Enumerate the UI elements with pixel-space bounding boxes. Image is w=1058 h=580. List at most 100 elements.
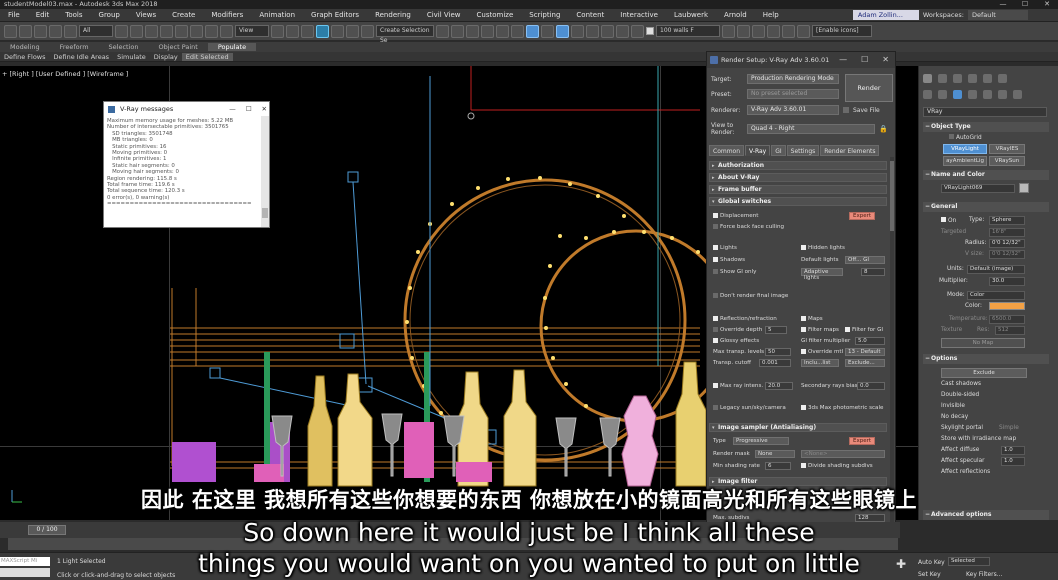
modify-tab-icon[interactable] [938,74,947,83]
menu-scripting[interactable]: Scripting [521,11,568,19]
user-account-button[interactable]: Adam Zollin... [852,10,919,20]
lights-icon[interactable] [953,90,962,99]
default-lights-dropdown[interactable]: Off... GI [845,256,885,264]
secondary-rays-bias-spinner[interactable]: 0.0 [857,382,885,390]
minimize-button[interactable]: — [992,0,1014,9]
texture-checkbox[interactable]: Texture [941,327,962,333]
ribbon-display[interactable]: Display [150,53,182,61]
menu-help[interactable]: Help [755,11,787,19]
ribbon-tab-populate[interactable]: Populate [207,43,257,51]
select-layer-icon[interactable] [752,24,765,38]
sampler-type-dropdown[interactable]: Progressive [733,437,789,445]
max-transp-levels-spinner[interactable]: 50 [765,348,791,356]
texture-res-spinner[interactable]: 512 [995,326,1025,335]
undo-icon[interactable] [4,24,17,38]
double-sided-checkbox[interactable]: Double-sided [941,392,979,398]
on-checkbox[interactable]: On [941,217,956,224]
rollout-image-sampler[interactable]: Image sampler (Antialiasing) [709,423,887,432]
ribbon-define-flows[interactable]: Define Flows [0,53,50,61]
hierarchy-tab-icon[interactable] [953,74,962,83]
create-tab-icon[interactable] [923,74,932,83]
lights-checkbox[interactable]: Lights [713,245,737,251]
ribbon-tab-freeform[interactable]: Freeform [50,43,99,51]
container-icon[interactable] [797,24,810,38]
vrayies-button[interactable]: VRayIES [989,144,1025,154]
menu-views[interactable]: Views [128,11,164,19]
rollout-global-switches[interactable]: Global switches [709,197,887,206]
photometric-scale-checkbox[interactable]: 3ds Max photometric scale [801,405,883,411]
object-color-swatch[interactable] [1019,183,1029,193]
redo-icon[interactable] [19,24,32,38]
layer-dropdown[interactable]: 100 walls F [656,25,720,37]
affect-diffuse-spinner[interactable]: 1.0 [1001,446,1025,455]
exclude-button[interactable]: Exclude [941,368,1027,378]
tab-vray[interactable]: V-Ray [745,145,771,156]
object-type-rollout[interactable]: Object Type [923,122,1049,132]
set-current-layer-icon[interactable] [767,24,780,38]
spinner-snap-icon[interactable] [361,24,374,38]
show-gi-only-checkbox[interactable]: Show GI only [713,269,756,275]
shapes-icon[interactable] [938,90,947,99]
render-setup-scrollbar[interactable] [890,157,894,523]
menu-content[interactable]: Content [568,11,612,19]
rendered-frame-window-icon[interactable] [571,24,584,38]
schematic-view-icon[interactable] [526,24,539,38]
view-to-render-dropdown[interactable]: Quad 4 - Right [747,124,875,134]
select-move-icon[interactable] [175,24,188,38]
curve-editor-icon[interactable] [511,24,524,38]
no-map-button[interactable]: No Map [941,338,1025,348]
light-type-dropdown[interactable]: Sphere [989,216,1025,225]
layer-visible-checkbox[interactable] [646,27,654,35]
workspace-dropdown[interactable]: Default [968,10,1028,20]
object-name-field[interactable]: VRayLight069 [941,184,1015,193]
ribbon-tab-modeling[interactable]: Modeling [0,43,50,51]
select-manipulate-icon[interactable] [286,24,299,38]
options-rollout[interactable]: Options [923,354,1049,364]
skylight-portal-checkbox[interactable]: Skylight portal [941,425,983,431]
vraysun-button[interactable]: VRaySun [989,156,1025,166]
close-icon[interactable]: ✕ [882,52,889,68]
invisible-checkbox[interactable]: Invisible [941,403,965,409]
ribbon-tab-selection[interactable]: Selection [99,43,149,51]
geometry-icon[interactable] [923,90,932,99]
adaptive-lights-dropdown[interactable]: Adaptive lights [801,268,843,281]
enable-icons-dropdown[interactable]: [Enable icons] [812,25,872,37]
radius-spinner[interactable]: 0'0 12/32" [989,239,1025,248]
menu-rendering[interactable]: Rendering [367,11,419,19]
name-and-color-rollout[interactable]: Name and Color [923,170,1049,180]
motion-tab-icon[interactable] [968,74,977,83]
angle-snap-icon[interactable] [331,24,344,38]
target-dropdown[interactable]: Production Rendering Mode [747,74,839,84]
menu-file[interactable]: File [0,11,28,19]
gi-filter-multiplier-spinner[interactable]: 5.0 [855,337,885,345]
menu-create[interactable]: Create [164,11,203,19]
named-selection-set-dropdown[interactable]: Create Selection Se [376,25,434,44]
max-ray-intens-spinner[interactable]: 20.0 [765,382,793,390]
affect-reflections-checkbox[interactable]: Affect reflections [941,469,990,475]
adaptive-lights-spinner[interactable]: 8 [861,268,885,276]
menu-tools[interactable]: Tools [57,11,90,19]
menu-civil-view[interactable]: Civil View [419,11,469,19]
multiplier-spinner[interactable]: 30.0 [989,277,1025,286]
sampler-expert-button[interactable]: Expert [849,437,876,445]
menu-customize[interactable]: Customize [469,11,522,19]
selection-filter-dropdown[interactable]: All [79,25,113,37]
ribbon-simulate[interactable]: Simulate [113,53,150,61]
menu-modifiers[interactable]: Modifiers [203,11,251,19]
rollout-authorization[interactable]: Authorization [709,161,887,170]
store-irradiance-checkbox[interactable]: Store with irradiance map [941,436,1016,442]
menu-laubwerk[interactable]: Laubwerk [666,11,716,19]
vray-messages-log[interactable]: Maximum memory usage for meshes: 5.22 MB… [104,116,263,227]
vray-frame-buffer-icon[interactable] [601,24,614,38]
preset-dropdown[interactable]: No preset selected [747,89,839,99]
create-layer-icon[interactable] [722,24,735,38]
general-rollout[interactable]: General [923,202,1049,212]
menu-group[interactable]: Group [91,11,128,19]
layer-manager-icon[interactable] [631,24,644,38]
legacy-sun-sky-camera-checkbox[interactable]: Legacy sun/sky/camera [713,405,786,411]
vraylight-button[interactable]: VRayLight [943,144,987,154]
window-crossing-icon[interactable] [160,24,173,38]
close-icon[interactable]: ✕ [262,102,267,116]
light-category-dropdown[interactable]: VRay [923,107,1047,117]
transp-cutoff-spinner[interactable]: 0.001 [759,359,791,367]
